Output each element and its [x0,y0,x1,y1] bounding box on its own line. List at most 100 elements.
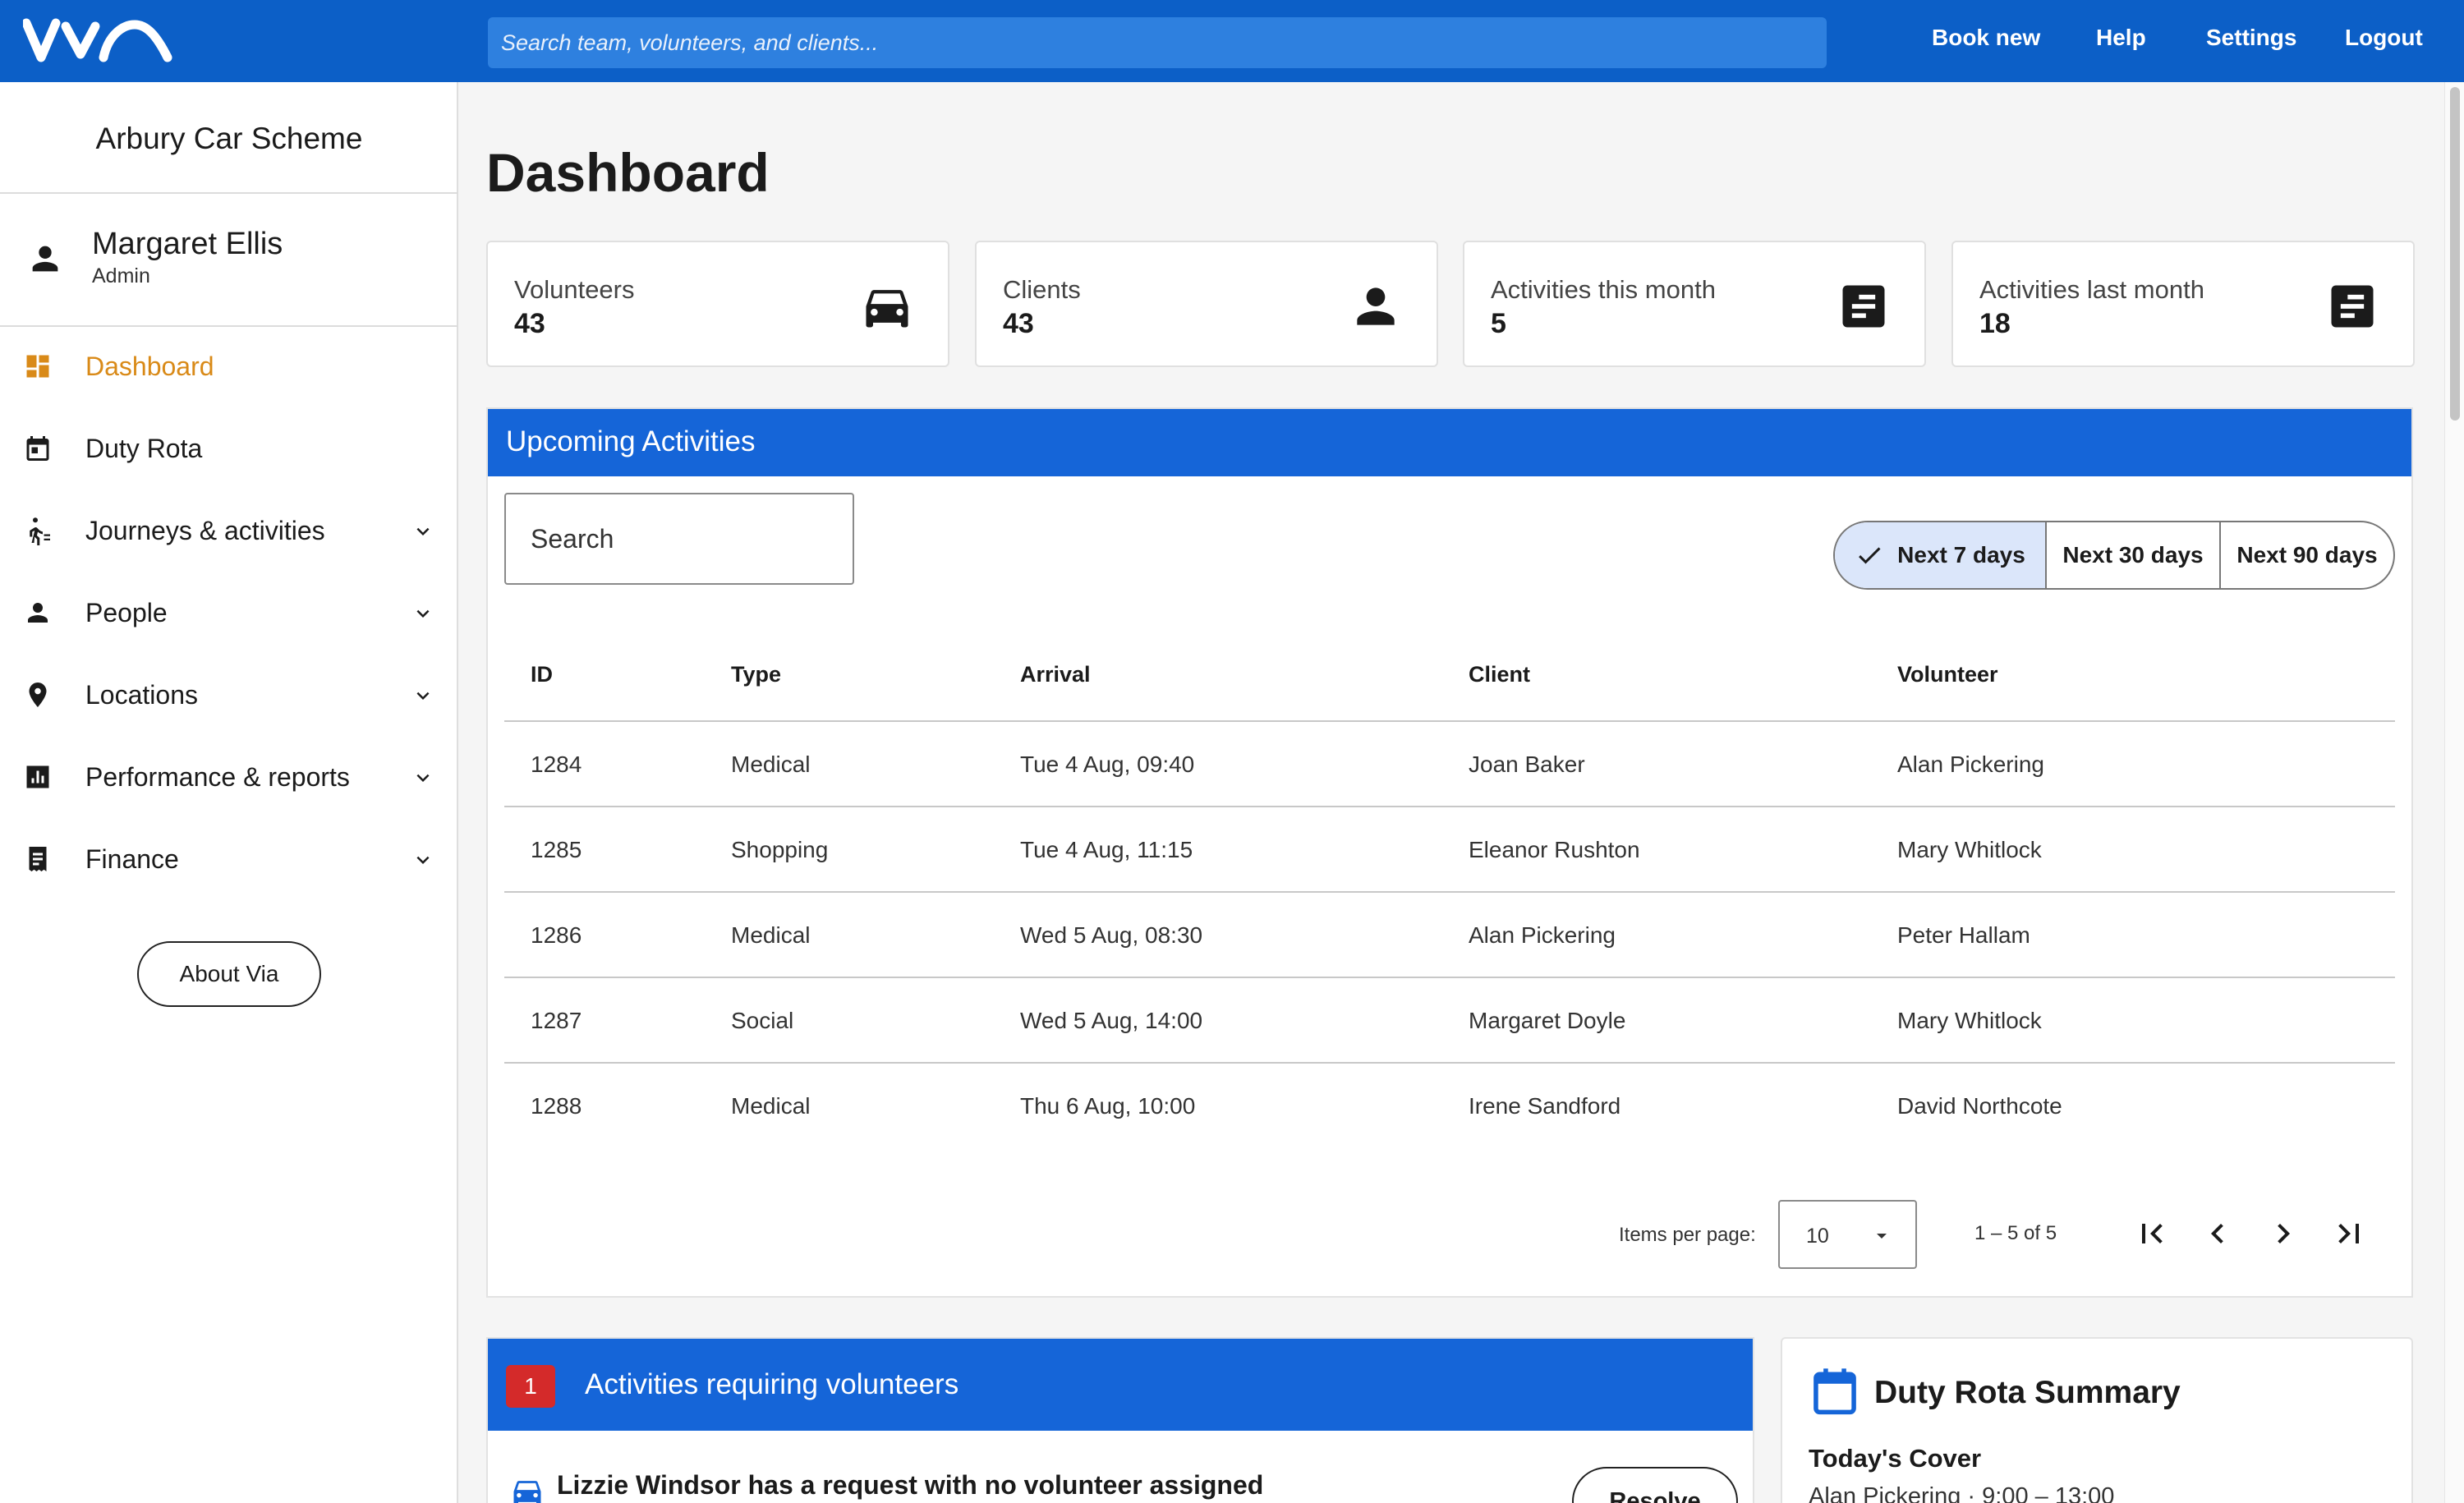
dashboard-icon [26,355,49,378]
cell-client: Margaret Doyle [1469,1008,1626,1033]
cell-arrival: Wed 5 Aug, 14:00 [1020,1008,1203,1033]
sidebar-item-finance[interactable]: Finance [0,826,457,892]
last-page-icon[interactable] [2329,1214,2369,1253]
stat-label: Clients [1003,275,1081,304]
sidebar: Arbury Car Scheme Margaret Ellis Admin D… [0,82,458,1503]
filter-next-90-days[interactable]: Next 90 days [2219,522,2393,588]
column-header-volunteer[interactable]: Volunteer [1897,662,1998,687]
cell-arrival: Wed 5 Aug, 08:30 [1020,922,1203,948]
person-icon [1357,287,1395,325]
table-row[interactable]: 1286 Medical Wed 5 Aug, 08:30 Alan Picke… [504,891,2395,977]
cell-volunteer: Peter Hallam [1897,922,2030,948]
sidebar-item-label: People [85,598,168,627]
request-text: Lizzie Windsor has a request with no vol… [557,1470,1264,1500]
stat-value: 43 [1003,308,1034,339]
sidebar-item-label: Dashboard [85,352,214,381]
sidebar-item-label: Finance [85,844,179,874]
sidebar-item-people[interactable]: People [0,580,457,646]
chevron-down-icon[interactable] [411,519,435,544]
table-row[interactable]: 1288 Medical Thu 6 Aug, 10:00 Irene Sand… [504,1062,2395,1147]
cell-arrival: Thu 6 Aug, 10:00 [1020,1093,1196,1119]
panel-header: Upcoming Activities [488,409,2411,476]
first-page-icon[interactable] [2132,1214,2172,1253]
via-logo[interactable] [23,18,174,62]
column-header-client[interactable]: Client [1469,662,1530,687]
cover-entry: Alan Pickering · 9:00 – 13:00 [1809,1483,2115,1503]
cell-volunteer: David Northcote [1897,1093,2062,1119]
cell-client: Joan Baker [1469,752,1585,777]
next-page-icon[interactable] [2264,1214,2303,1253]
sidebar-divider [0,192,458,194]
stat-card-activities-this-month[interactable]: Activities this month 5 [1463,241,1926,367]
items-per-page-select[interactable]: 10 [1778,1200,1917,1269]
column-header-type[interactable]: Type [731,662,781,687]
filter-label: Next 7 days [1897,542,2025,568]
sidebar-item-duty-rota[interactable]: Duty Rota [0,416,457,481]
user-role: Admin [92,264,150,287]
cell-client: Irene Sandford [1469,1093,1621,1119]
stat-value: 18 [1979,308,2011,339]
table-row[interactable]: 1285 Shopping Tue 4 Aug, 11:15 Eleanor R… [504,806,2395,891]
duty-rota-summary-panel: Duty Rota Summary Today's Cover Alan Pic… [1781,1337,2413,1503]
chevron-down-icon[interactable] [411,848,435,872]
scrollbar-thumb[interactable] [2450,87,2460,421]
sidebar-item-dashboard[interactable]: Dashboard [0,333,457,399]
stat-card-activities-last-month[interactable]: Activities last month 18 [1951,241,2415,367]
sidebar-item-locations[interactable]: Locations [0,662,457,728]
global-search[interactable] [488,17,1827,68]
cell-id: 1285 [531,837,582,862]
check-icon [1859,547,1881,564]
about-via-button[interactable]: About Via [137,941,321,1007]
previous-page-icon[interactable] [2198,1214,2237,1253]
book-new-link[interactable]: Book new [1932,25,2040,51]
cell-arrival: Tue 4 Aug, 11:15 [1020,837,1193,862]
requiring-volunteers-panel: 1 Activities requiring volunteers Lizzie… [486,1337,1754,1503]
resolve-button[interactable]: Resolve [1572,1467,1738,1503]
chevron-down-icon[interactable] [411,601,435,626]
sidebar-item-journeys[interactable]: Journeys & activities [0,498,457,563]
cell-volunteer: Alan Pickering [1897,752,2044,777]
stat-card-clients[interactable]: Clients 43 [975,241,1438,367]
table-row[interactable]: 1287 Social Wed 5 Aug, 14:00 Margaret Do… [504,977,2395,1062]
panel-title: Upcoming Activities [506,425,756,457]
sidebar-item-label: Duty Rota [85,434,203,463]
sidebar-item-performance[interactable]: Performance & reports [0,744,457,810]
pagination-range: 1 – 5 of 5 [1974,1222,2057,1244]
panel-title: Activities requiring volunteers [585,1368,959,1400]
car-icon [866,290,908,328]
notes-icon [1842,285,1885,328]
date-range-toggle: Next 7 days Next 30 days Next 90 days [1833,521,2395,590]
sidebar-item-label: Locations [85,680,198,710]
activities-search-input[interactable] [506,494,853,583]
filter-next-30-days[interactable]: Next 30 days [2045,522,2219,588]
items-per-page-value: 10 [1806,1225,1829,1248]
table-row[interactable]: 1284 Medical Tue 4 Aug, 09:40 Joan Baker… [504,720,2395,806]
stat-label: Activities this month [1491,275,1716,304]
sidebar-item-label: Journeys & activities [85,516,325,545]
organisation-name: Arbury Car Scheme [95,122,363,155]
activities-search[interactable] [504,493,854,585]
cell-id: 1288 [531,1093,582,1119]
cell-type: Medical [731,752,811,777]
cell-type: Social [731,1008,794,1033]
sidebar-divider [0,325,458,327]
settings-link[interactable]: Settings [2206,25,2296,51]
chevron-down-icon[interactable] [411,683,435,708]
count-badge: 1 [506,1365,555,1408]
filter-next-7-days[interactable]: Next 7 days [1835,522,2045,588]
walking-icon [30,517,50,545]
global-search-input[interactable] [488,17,1827,68]
column-header-id[interactable]: ID [531,662,553,687]
help-link[interactable]: Help [2096,25,2146,51]
stat-card-volunteers[interactable]: Volunteers 43 [486,241,949,367]
cell-client: Eleanor Rushton [1469,837,1640,862]
cell-volunteer: Mary Whitlock [1897,1008,2042,1033]
page-scrollbar[interactable] [2444,82,2464,1503]
cell-type: Shopping [731,837,829,862]
logout-link[interactable]: Logout [2345,25,2423,51]
filter-label: Next 90 days [2236,542,2378,568]
column-header-arrival[interactable]: Arrival [1020,662,1091,687]
calendar-icon [1814,1368,1856,1415]
panel-header: 1 Activities requiring volunteers [488,1339,1753,1431]
chevron-down-icon[interactable] [411,765,435,790]
